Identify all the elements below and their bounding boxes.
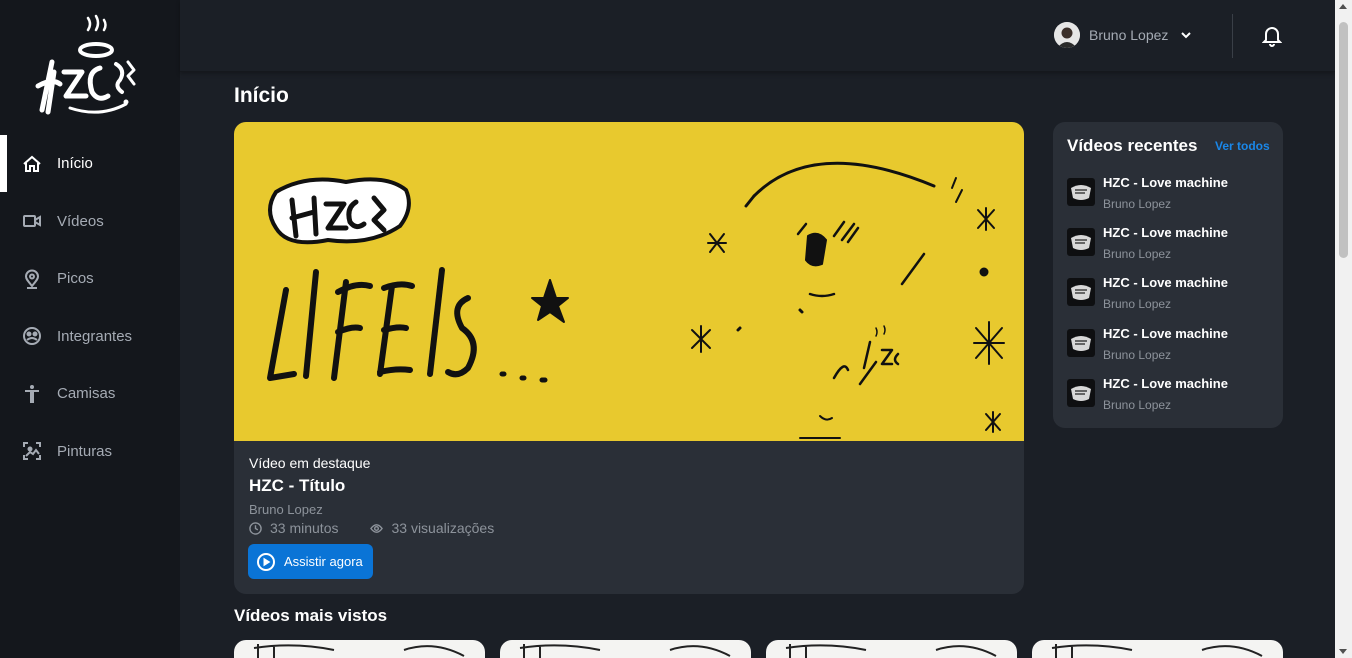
list-item[interactable]: HZC - Love machine Bruno Lopez — [1067, 326, 1272, 372]
user-name: Bruno Lopez — [1089, 27, 1169, 43]
duration-text: 33 minutos — [270, 520, 339, 536]
brand-logo[interactable] — [30, 12, 150, 124]
video-author: Bruno Lopez — [1103, 297, 1172, 311]
clock-icon — [249, 521, 262, 535]
home-icon — [22, 154, 42, 174]
scroll-thumb[interactable] — [1339, 22, 1348, 258]
sidebar-item-pinturas[interactable]: Pinturas — [0, 423, 180, 481]
most-viewed-title: Vídeos mais vistos — [234, 606, 388, 625]
sidebar-item-label: Início — [57, 155, 93, 173]
sidebar-item-integrantes[interactable]: Integrantes — [0, 308, 180, 366]
video-thumbnail — [1067, 278, 1095, 306]
list-item[interactable]: HZC - Love machine Bruno Lopez — [1067, 175, 1272, 221]
recent-videos-panel: Vídeos recentes Ver todos HZC - Love mac… — [1053, 122, 1283, 428]
sidebar-item-picos[interactable]: Picos — [0, 250, 180, 308]
video-title: HZC - Love machine — [1103, 326, 1228, 341]
divider — [1232, 14, 1233, 58]
views: 33 visualizações — [370, 520, 494, 536]
bell-icon[interactable] — [1262, 25, 1282, 47]
featured-video-card[interactable]: Vídeo em destaque HZC - Título Bruno Lop… — [234, 122, 1024, 594]
eye-icon — [370, 523, 384, 533]
video-title: HZC - Love machine — [1103, 275, 1228, 290]
sidebar-item-label: Pinturas — [57, 442, 113, 460]
play-circle-icon — [257, 552, 275, 571]
video-title: HZC - Love machine — [1103, 175, 1228, 190]
list-item[interactable]: HZC - Love machine Bruno Lopez — [1067, 376, 1272, 422]
video-thumbnail — [1067, 178, 1095, 206]
video-thumbnail — [1067, 228, 1095, 256]
chevron-down-icon — [1181, 32, 1192, 39]
scrollbar[interactable] — [1335, 0, 1352, 658]
sidebar-item-label: Picos — [57, 270, 94, 288]
video-card[interactable] — [234, 640, 485, 658]
sidebar-item-camisas[interactable]: Camisas — [0, 365, 180, 423]
see-all-link[interactable]: Ver todos — [1215, 139, 1270, 153]
video-author: Bruno Lopez — [1103, 348, 1172, 362]
person-icon — [22, 384, 42, 404]
video-title: HZC - Love machine — [1103, 376, 1228, 391]
featured-meta: 33 minutos 33 visualizações — [249, 520, 526, 536]
user-menu[interactable]: Bruno Lopez — [1054, 22, 1192, 48]
video-thumbnail — [1067, 379, 1095, 407]
watch-now-button[interactable]: Assistir agora — [248, 544, 373, 579]
featured-thumbnail[interactable] — [234, 122, 1024, 441]
watch-now-label: Assistir agora — [284, 554, 363, 569]
video-thumbnail — [1067, 329, 1095, 357]
list-item[interactable]: HZC - Love machine Bruno Lopez — [1067, 225, 1272, 271]
duration: 33 minutos — [249, 520, 338, 536]
video-author: Bruno Lopez — [1103, 398, 1172, 412]
top-bar: Bruno Lopez — [180, 0, 1335, 72]
featured-author: Bruno Lopez — [249, 502, 323, 517]
video-card[interactable] — [766, 640, 1017, 658]
featured-label: Vídeo em destaque — [249, 455, 371, 471]
video-author: Bruno Lopez — [1103, 197, 1172, 211]
list-item[interactable]: HZC - Love machine Bruno Lopez — [1067, 275, 1272, 321]
video-card[interactable] — [500, 640, 751, 658]
image-icon — [22, 441, 42, 461]
views-text: 33 visualizações — [391, 520, 495, 536]
page-title: Início — [234, 84, 289, 107]
group-icon — [22, 326, 42, 346]
recent-videos-title: Vídeos recentes — [1067, 136, 1198, 155]
sidebar-nav: Início Vídeos Picos Integrantes Camisas — [0, 135, 180, 480]
scroll-up-arrow-icon[interactable] — [1339, 4, 1347, 9]
sidebar-item-label: Integrantes — [57, 327, 133, 345]
sidebar-item-label: Camisas — [57, 385, 116, 403]
featured-title[interactable]: HZC - Título — [249, 476, 345, 496]
avatar — [1054, 22, 1080, 48]
scroll-down-arrow-icon[interactable] — [1339, 649, 1347, 654]
video-card[interactable] — [1032, 640, 1283, 658]
sidebar-item-inicio[interactable]: Início — [0, 135, 180, 193]
sidebar-item-videos[interactable]: Vídeos — [0, 193, 180, 251]
sidebar-item-label: Vídeos — [57, 212, 104, 230]
video-camera-icon — [22, 211, 42, 231]
video-author: Bruno Lopez — [1103, 247, 1172, 261]
sidebar: Início Vídeos Picos Integrantes Camisas — [0, 0, 180, 658]
map-pin-icon — [22, 269, 42, 289]
video-title: HZC - Love machine — [1103, 225, 1228, 240]
